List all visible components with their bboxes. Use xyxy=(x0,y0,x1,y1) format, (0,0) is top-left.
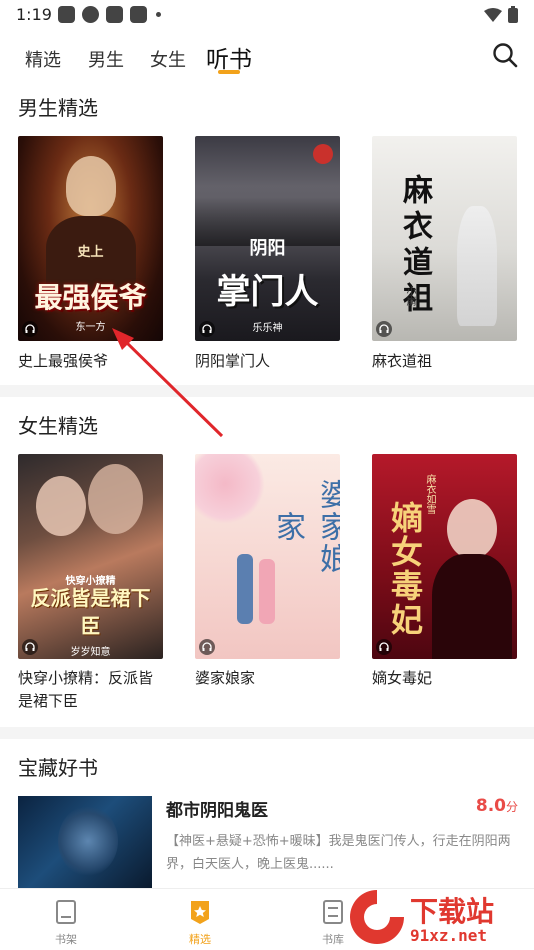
book-cover[interactable]: 快穿小撩精 反派皆是裙下臣 岁岁知意 xyxy=(18,454,163,659)
book-title[interactable]: 嫡女毒妃 xyxy=(372,667,522,690)
character-figure xyxy=(36,476,86,536)
tab-audiobook[interactable]: 听书 xyxy=(206,40,252,74)
tab-featured[interactable]: 精选 xyxy=(25,46,61,72)
headphone-icon xyxy=(199,639,215,655)
book-description: 【神医+悬疑+恐怖+暖昧】我是鬼医门传人，行走在阴阳两界，白天医人，晚上医鬼..… xyxy=(166,834,511,872)
book-cover[interactable] xyxy=(18,796,152,888)
cover-subtitle: 史上 xyxy=(77,245,104,260)
battery-icon xyxy=(508,6,518,23)
cover-author: 岁岁知意 xyxy=(70,647,111,658)
headphone-icon xyxy=(199,321,215,337)
nav-featured[interactable]: 精选 xyxy=(165,899,235,947)
section-title-male: 男生精选 xyxy=(18,96,98,120)
cover-title: 最强侯爷 xyxy=(34,281,147,314)
more-dot-icon xyxy=(156,12,161,17)
watermark-logo-icon xyxy=(350,890,404,944)
cover-author: 小崩 xyxy=(404,286,415,306)
section-divider xyxy=(0,385,534,397)
watermark-site: 91xz.net xyxy=(410,926,488,945)
status-time: 1:19 xyxy=(16,5,52,24)
notification-icon xyxy=(130,6,147,23)
top-tabs: 精选 男生 女生 听书 xyxy=(0,38,534,84)
system-icons xyxy=(484,6,518,23)
book-title[interactable]: 快穿小撩精：反派皆 是裙下臣 xyxy=(18,667,168,713)
book-cover[interactable]: 阴阳 掌门人 乐乐神 xyxy=(195,136,340,341)
book-title[interactable]: 史上最强侯爷 xyxy=(18,350,168,373)
book-title-line: 快穿小撩精：反派皆 xyxy=(18,669,154,687)
library-icon xyxy=(323,900,343,924)
tab-female[interactable]: 女生 xyxy=(150,46,186,72)
character-figure xyxy=(447,499,497,559)
book-title[interactable]: 麻衣道祖 xyxy=(372,350,522,373)
notification-icons xyxy=(58,6,161,23)
status-bar: 1:19 xyxy=(0,0,534,30)
book-title[interactable]: 阴阳掌门人 xyxy=(195,350,345,373)
book-score: 8.0分 xyxy=(476,796,518,816)
notification-icon xyxy=(58,6,75,23)
nav-bookshelf[interactable]: 书架 xyxy=(31,899,101,947)
active-tab-indicator xyxy=(218,70,240,74)
character-robe xyxy=(432,554,512,659)
cover-title: 婆家娘家 xyxy=(270,479,340,575)
search-icon[interactable] xyxy=(492,42,518,68)
cover-subtitle: 阴阳 xyxy=(249,238,286,259)
notification-icon xyxy=(106,6,123,23)
character-figure xyxy=(259,559,275,624)
nav-label: 书架 xyxy=(55,933,77,946)
book-title-line: 嫡女毒妃 xyxy=(372,669,433,687)
blossom-decoration xyxy=(195,454,265,524)
section-title-female: 女生精选 xyxy=(18,414,98,438)
sync-icon xyxy=(82,6,99,23)
headphone-icon xyxy=(376,639,392,655)
character-figure xyxy=(237,554,253,624)
score-value: 8.0 xyxy=(475,796,506,816)
score-unit: 分 xyxy=(505,800,518,814)
watermark: 下载站 91xz.net xyxy=(348,888,528,948)
moon-icon xyxy=(313,144,333,164)
cover-author: 麻衣如雪 xyxy=(424,474,435,514)
book-title[interactable]: 都市阴阳鬼医 xyxy=(166,796,268,821)
hero-figure xyxy=(66,156,116,216)
character-figure xyxy=(88,464,143,534)
book-title-line: 婆家娘家 xyxy=(195,669,256,687)
watermark-brand: 下载站 xyxy=(410,895,495,928)
section-divider xyxy=(0,727,534,739)
tab-male[interactable]: 男生 xyxy=(88,46,124,72)
cover-title: 掌门人 xyxy=(216,272,319,312)
nav-label: 精选 xyxy=(189,933,211,946)
book-cover[interactable]: 麻衣道祖 小崩 xyxy=(372,136,517,341)
book-cover[interactable]: 婆家娘家 xyxy=(195,454,340,659)
book-cover[interactable]: 嫡女毒妃 麻衣如雪 xyxy=(372,454,517,659)
headphone-icon xyxy=(22,321,38,337)
character-figure xyxy=(58,806,118,876)
headphone-icon xyxy=(376,321,392,337)
cover-author: 东一方 xyxy=(75,322,106,333)
cover-title: 反派皆是裙下臣 xyxy=(30,586,151,638)
featured-icon xyxy=(191,901,209,924)
wifi-icon xyxy=(484,7,502,22)
cover-author: 乐乐神 xyxy=(252,323,283,334)
book-title-line: 是裙下臣 xyxy=(18,692,79,710)
taoist-figure xyxy=(457,206,497,326)
section-title-treasure: 宝藏好书 xyxy=(18,756,98,780)
book-title[interactable]: 婆家娘家 xyxy=(195,667,345,690)
headphone-icon xyxy=(22,639,38,655)
book-cover[interactable]: 史上 最强侯爷 东一方 xyxy=(18,136,163,341)
bookshelf-icon xyxy=(56,900,76,924)
